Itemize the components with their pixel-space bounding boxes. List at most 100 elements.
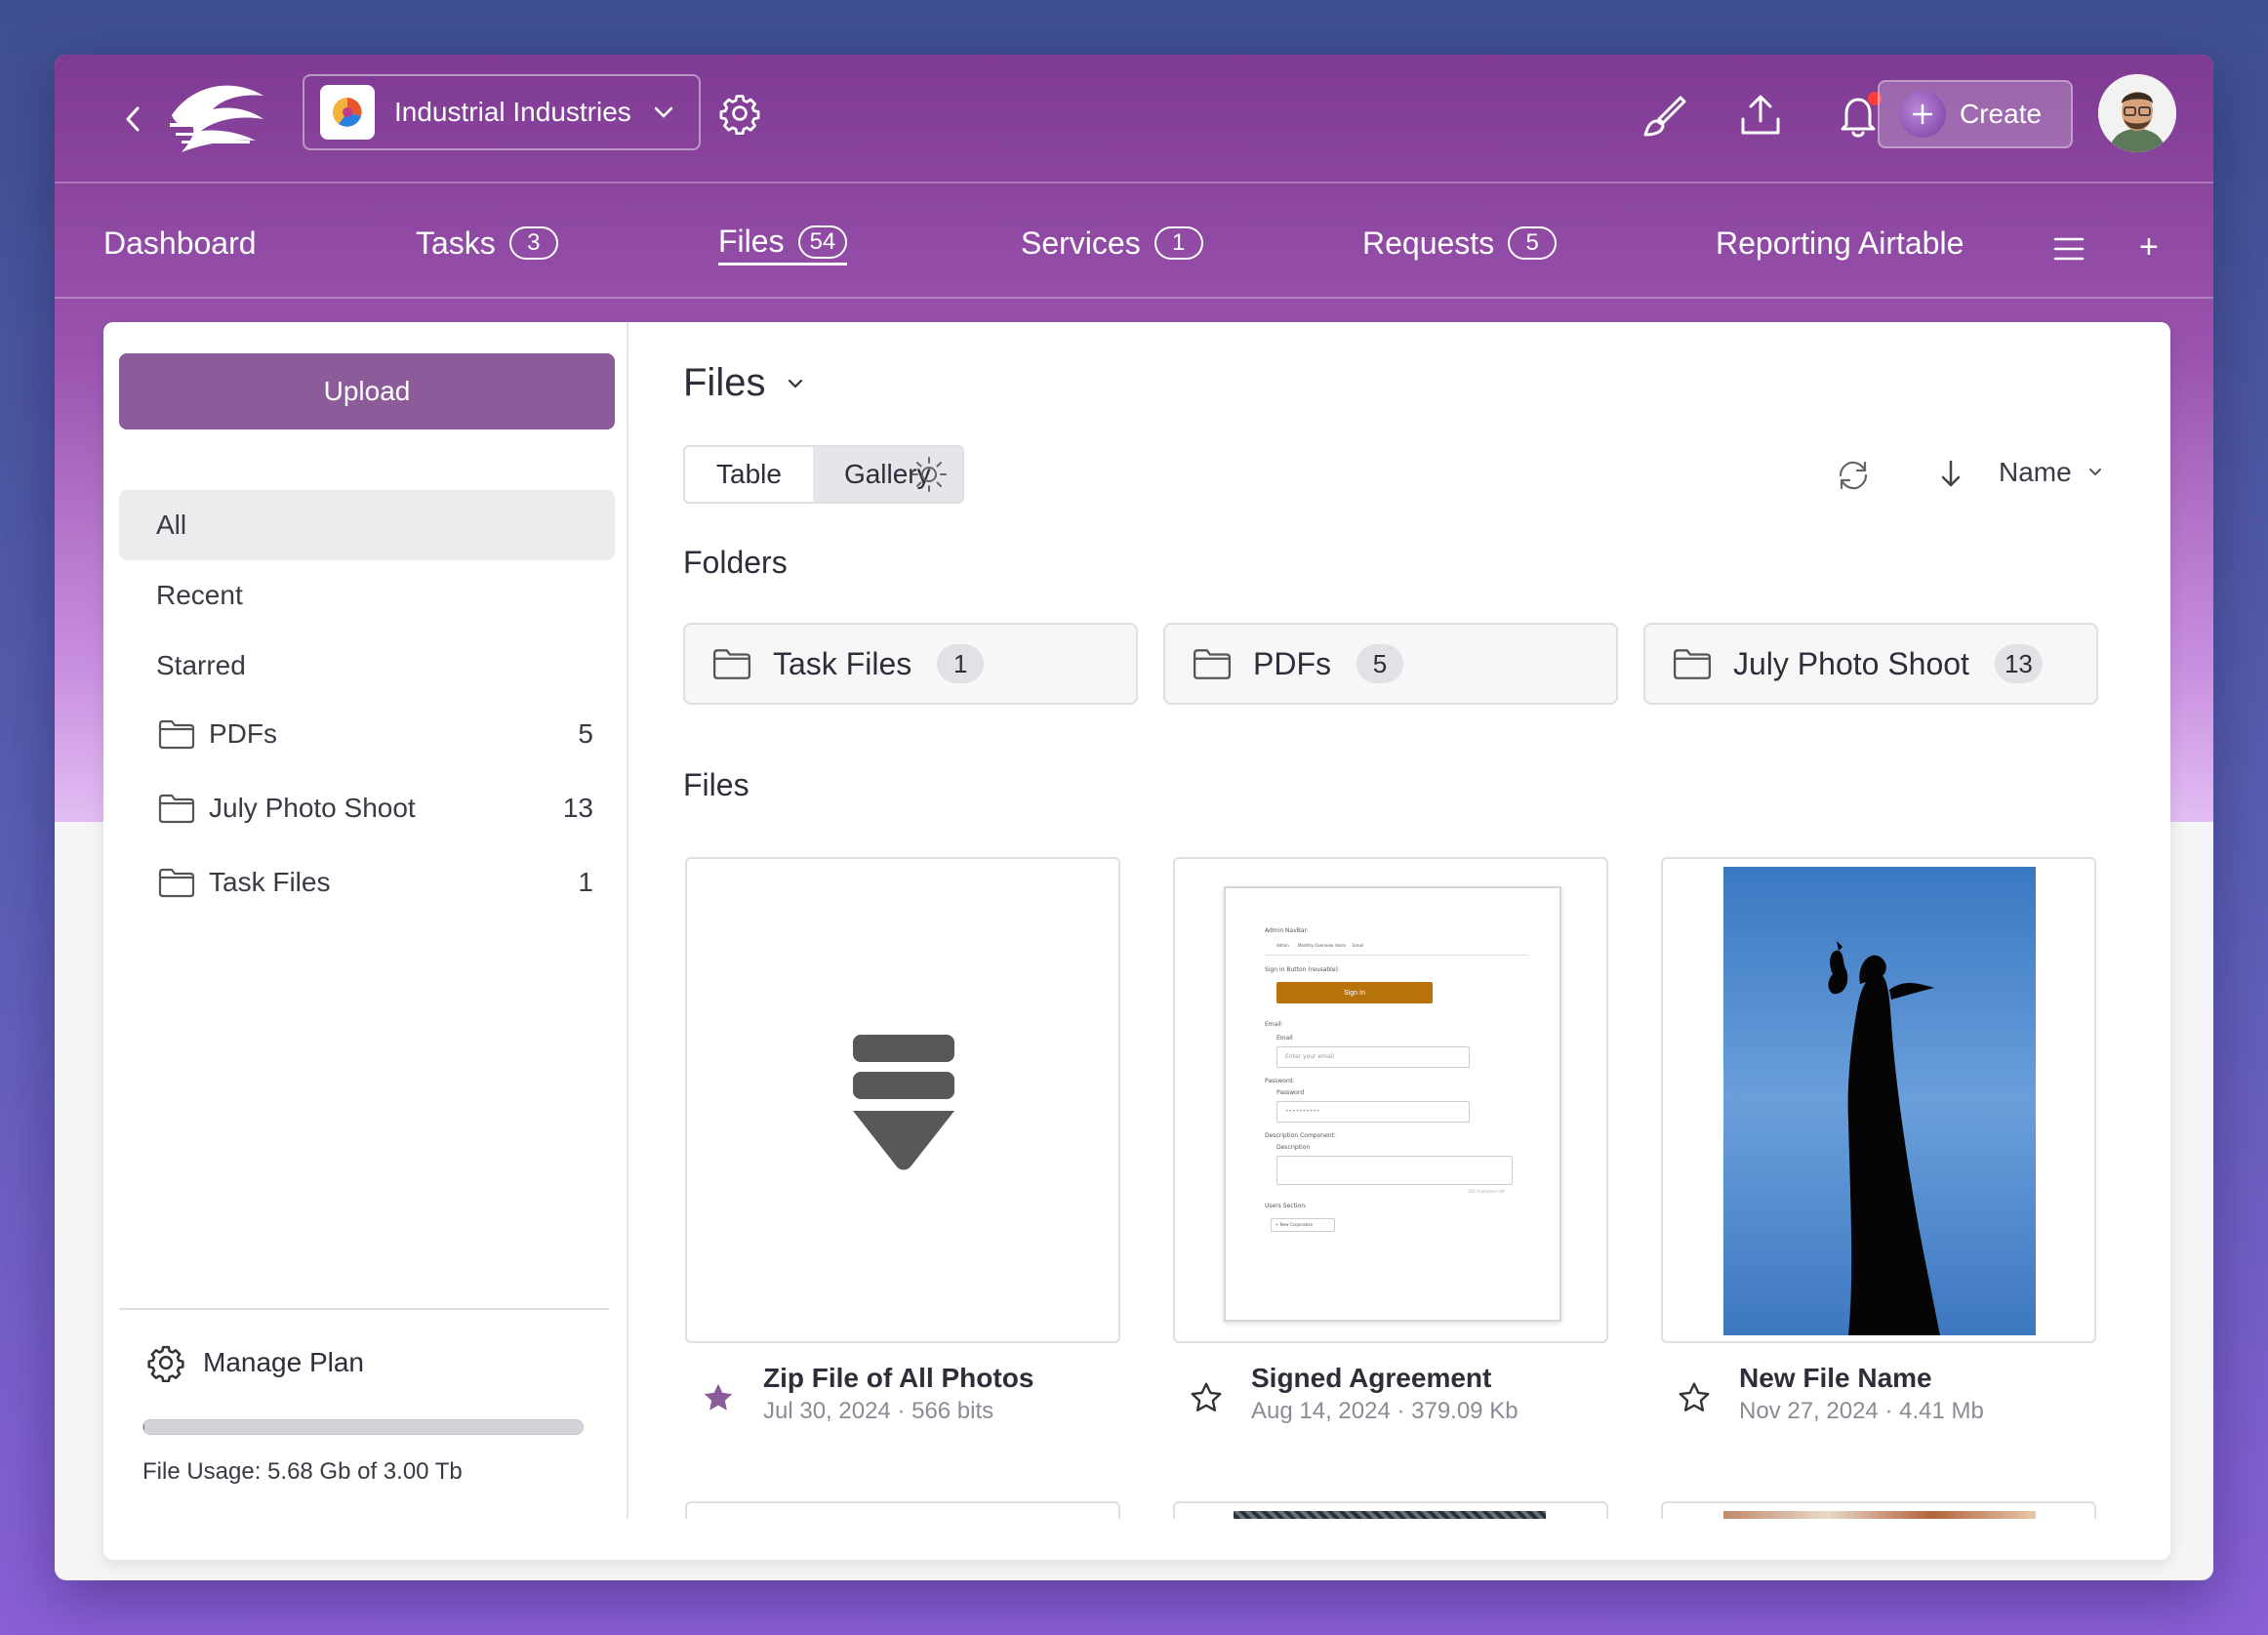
sort-arrow-icon[interactable]: [1938, 459, 1964, 495]
create-button[interactable]: Create: [1878, 80, 2073, 148]
file-usage-bar: [142, 1419, 584, 1435]
plus-icon: [1899, 91, 1946, 138]
doc-text: Email: [1276, 1035, 1293, 1042]
doc-text: Description: [1276, 1144, 1311, 1151]
brush-icon[interactable]: [1638, 90, 1688, 141]
file-name: Zip File of All Photos: [763, 1363, 1034, 1393]
folders-heading: Folders: [683, 545, 788, 580]
nav-count-badge: 54: [797, 225, 848, 259]
nav-requests[interactable]: Requests 5: [1362, 221, 1558, 266]
doc-text: Admin: [1276, 943, 1289, 948]
folder-name: July Photo Shoot: [209, 793, 416, 823]
folder-card-pdfs[interactable]: PDFs 5: [1163, 623, 1618, 705]
nav-label: Files: [718, 224, 785, 259]
sidebar-folder-pdfs[interactable]: PDFs 5: [158, 705, 617, 763]
file-meta: Signed Agreement Aug 14, 2024 · 379.09 K…: [1173, 1343, 1608, 1437]
download-stack-icon: [853, 1035, 954, 1170]
file-thumbnail: [685, 857, 1120, 1343]
file-meta: New File Name Nov 27, 2024 · 4.41 Mb: [1661, 1343, 2096, 1437]
doc-users-button: + New Corporation: [1271, 1218, 1335, 1232]
folder-card-july-photo-shoot[interactable]: July Photo Shoot 13: [1643, 623, 2098, 705]
nav-label: Reporting Airtable: [1716, 225, 1964, 261]
add-tab-button[interactable]: +: [2139, 228, 2159, 266]
file-card[interactable]: New File Name Nov 27, 2024 · 4.41 Mb: [1661, 857, 2096, 1437]
doc-text: Admin NavBar:: [1265, 927, 1309, 934]
sidebar-folder-july-photo-shoot[interactable]: July Photo Shoot 13: [158, 779, 617, 838]
file-details: Nov 27, 2024 · 4.41 Mb: [1739, 1398, 1984, 1424]
refresh-icon[interactable]: [1835, 457, 1872, 499]
folder-icon: [158, 719, 195, 750]
photo-image: [1723, 867, 2036, 1335]
file-card-partial[interactable]: [685, 1501, 1120, 1519]
filter-starred[interactable]: Starred: [119, 631, 615, 701]
doc-email-field: Enter your email: [1276, 1046, 1470, 1068]
files-heading: Files: [683, 767, 749, 802]
nav-files[interactable]: Files 54: [718, 221, 848, 266]
back-chevron-icon[interactable]: [113, 100, 152, 139]
nav-count-badge: 5: [1508, 226, 1558, 260]
doc-text: + New Corporation: [1276, 1222, 1314, 1227]
view-table-button[interactable]: Table: [685, 447, 813, 502]
star-filled-icon[interactable]: [701, 1380, 736, 1415]
document-preview: Admin NavBar: Admin Monthly Overview Use…: [1224, 886, 1561, 1322]
filter-label: Recent: [156, 580, 243, 610]
doc-text: Sign in Button (reusable):: [1265, 966, 1340, 973]
sidebar-divider: [119, 1308, 609, 1310]
file-card-partial[interactable]: [1173, 1501, 1608, 1519]
folder-count: 13: [562, 793, 593, 823]
sun-icon[interactable]: [910, 455, 949, 499]
nav-dashboard[interactable]: Dashboard: [103, 221, 257, 266]
workspace-selector[interactable]: Industrial Industries: [303, 74, 701, 150]
folder-name: PDFs: [1253, 645, 1331, 681]
star-icon[interactable]: [1677, 1380, 1712, 1415]
nav-services[interactable]: Services 1: [1021, 221, 1203, 266]
folder-card-task-files[interactable]: Task Files 1: [683, 623, 1138, 705]
upload-button[interactable]: Upload: [119, 353, 615, 429]
workspace-name: Industrial Industries: [394, 97, 631, 127]
star-icon[interactable]: [1189, 1380, 1224, 1415]
doc-text: Password: [1276, 1089, 1305, 1096]
filter-all[interactable]: All: [119, 490, 615, 560]
file-card[interactable]: Zip File of All Photos Jul 30, 2024 · 56…: [685, 857, 1120, 1437]
sort-by-select[interactable]: Name: [1999, 457, 2103, 488]
folder-count-badge: 1: [937, 644, 985, 683]
manage-plan-label: Manage Plan: [203, 1347, 365, 1377]
nav-reporting-airtable[interactable]: Reporting Airtable: [1716, 221, 1964, 266]
doc-text: Description Component:: [1265, 1132, 1336, 1139]
upload-icon[interactable]: [1735, 90, 1786, 141]
filter-label: All: [156, 510, 187, 540]
chevron-down-icon: [789, 379, 803, 388]
file-card-partial[interactable]: [1661, 1501, 2096, 1519]
nav-count-badge: 3: [508, 226, 558, 260]
doc-text: ••••••••••: [1285, 1108, 1320, 1115]
doc-text: 100 characters left: [1468, 1189, 1505, 1194]
nav-tasks[interactable]: Tasks 3: [416, 221, 558, 266]
files-view-title[interactable]: Files: [683, 361, 804, 405]
doc-description-field: [1276, 1156, 1513, 1185]
doc-text: Email:: [1265, 1021, 1283, 1028]
doc-password-field: ••••••••••: [1276, 1101, 1470, 1123]
partial-photo: [1234, 1511, 1546, 1519]
folder-name: PDFs: [209, 718, 277, 749]
folder-count: 1: [578, 867, 593, 897]
workspace-settings-gear-icon[interactable]: [718, 92, 761, 136]
files-main: Files Table Gallery Name Folders Task Fi…: [630, 322, 2170, 1519]
manage-plan-link[interactable]: Manage Plan: [146, 1343, 364, 1382]
folder-icon: [1193, 649, 1232, 679]
bell-icon[interactable]: [1833, 90, 1883, 141]
filter-recent[interactable]: Recent: [119, 560, 615, 631]
file-thumbnail: [1661, 857, 2096, 1343]
folder-name: July Photo Shoot: [1733, 645, 1969, 681]
brand-logo[interactable]: [162, 76, 271, 160]
file-card[interactable]: Admin NavBar: Admin Monthly Overview Use…: [1173, 857, 1608, 1437]
filter-label: Starred: [156, 650, 246, 680]
file-usage-fill: [143, 1420, 144, 1434]
file-meta: Zip File of All Photos Jul 30, 2024 · 56…: [685, 1343, 1120, 1437]
user-avatar[interactable]: [2098, 74, 2176, 152]
page-title: Files: [683, 361, 766, 404]
file-thumbnail: Admin NavBar: Admin Monthly Overview Use…: [1173, 857, 1608, 1343]
hamburger-icon[interactable]: [2053, 236, 2085, 266]
sidebar-folder-task-files[interactable]: Task Files 1: [158, 853, 617, 912]
main-nav: Dashboard Tasks 3 Files 54 Services 1 Re…: [55, 185, 2213, 299]
file-name: Signed Agreement: [1251, 1363, 1492, 1393]
